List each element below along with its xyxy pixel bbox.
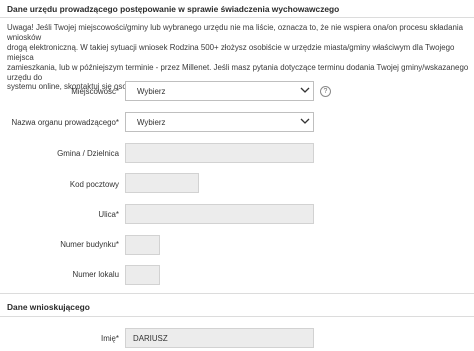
imie-field[interactable]: DARIUSZ: [125, 328, 314, 348]
help-icon[interactable]: ?: [320, 86, 331, 97]
ulica-field[interactable]: [125, 204, 314, 224]
gmina-label: Gmina / Dzielnica: [57, 149, 119, 158]
nr-budynku-label-text: Numer budynku: [60, 240, 116, 249]
notice-line: Uwaga! Jeśli Twojej miejscowości/gminy l…: [7, 23, 463, 42]
miejscowosc-select-value: Wybierz: [137, 87, 166, 96]
ulica-label-text: Ulica: [98, 210, 116, 219]
organ-select-value: Wybierz: [137, 118, 166, 127]
chevron-down-icon[interactable]: [297, 113, 313, 131]
miejscowosc-label-text: Miejscowość: [71, 87, 116, 96]
required-marker: *: [115, 87, 119, 96]
organ-select[interactable]: Wybierz: [125, 112, 314, 132]
section-divider: [0, 316, 474, 317]
nr-budynku-field[interactable]: [125, 235, 160, 255]
imie-label: Imię*: [4, 334, 119, 343]
organ-label-text: Nazwa organu prowadzącego: [11, 118, 116, 127]
nr-lokalu-field[interactable]: [125, 265, 160, 285]
required-marker: *: [115, 334, 119, 343]
required-marker: *: [115, 240, 119, 249]
nr-lokalu-label: Numer lokalu: [72, 270, 120, 279]
imie-field-value: DARIUSZ: [133, 334, 168, 343]
required-marker: *: [115, 210, 119, 219]
miejscowosc-label: Miejscowość*: [4, 87, 119, 96]
section-divider: [0, 17, 474, 18]
kod-field[interactable]: [125, 173, 199, 193]
notice-line: zamieszkania, lub w późniejszym terminie…: [7, 62, 469, 82]
required-marker: *: [115, 118, 119, 127]
nr-budynku-label: Numer budynku*: [4, 240, 119, 249]
ulica-label: Ulica*: [4, 210, 119, 219]
section-divider: [0, 293, 474, 294]
gmina-field[interactable]: [125, 143, 314, 163]
section-title-applicant: Dane wnioskującego: [7, 302, 90, 312]
notice-line: drogą elektroniczną. W takiej sytuacji w…: [7, 42, 455, 62]
kod-label: Kod pocztowy: [69, 180, 119, 189]
miejscowosc-select[interactable]: Wybierz: [125, 81, 314, 101]
imie-label-text: Imię: [101, 334, 116, 343]
section-title-office: Dane urzędu prowadzącego postępowanie w …: [7, 4, 340, 14]
chevron-down-icon[interactable]: [297, 82, 313, 100]
organ-label: Nazwa organu prowadzącego*: [4, 118, 119, 127]
